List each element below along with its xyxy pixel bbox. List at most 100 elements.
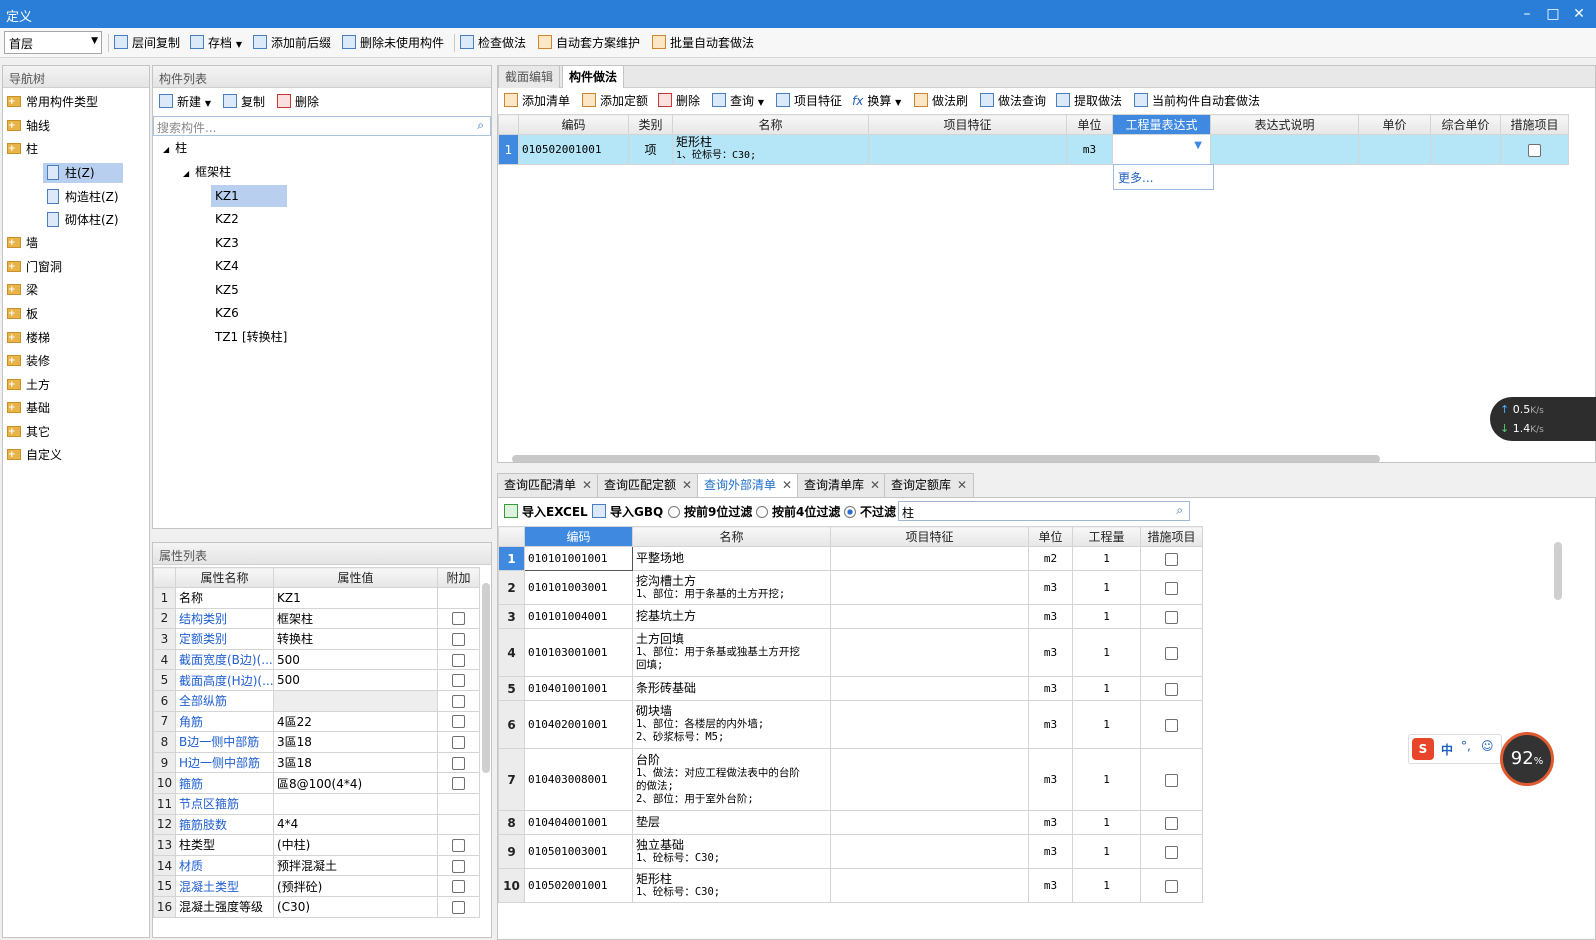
property-row[interactable]: 16 混凝土强度等级 (C30) <box>153 895 480 918</box>
ime-mode-label[interactable]: 中 <box>1441 741 1453 758</box>
measure-checkbox[interactable] <box>1165 845 1178 859</box>
filter-9-radio[interactable]: 按前9位过滤 <box>668 502 752 522</box>
extract-method-button[interactable]: 提取做法 <box>1056 91 1122 111</box>
query-measure-cell[interactable] <box>1140 676 1203 701</box>
property-extra-cell[interactable] <box>437 731 480 753</box>
new-button[interactable]: 新建 ▼ <box>159 92 211 112</box>
property-value[interactable]: 4區22 <box>273 710 438 733</box>
property-extra-cell[interactable] <box>437 669 480 691</box>
property-row[interactable]: 12 箍筋肢数 4*4 <box>153 813 480 836</box>
method-delete-button[interactable]: 删除 <box>658 91 700 111</box>
property-value[interactable]: 3區18 <box>273 731 438 753</box>
tree-root[interactable]: ◢ 柱 <box>163 137 187 159</box>
measure-checkbox[interactable] <box>1165 552 1178 566</box>
query-code[interactable]: 010403008001 <box>524 748 633 811</box>
query-row[interactable]: 1 010101001001 平整场地 m2 1 <box>498 546 1203 571</box>
measure-checkbox[interactable] <box>1528 143 1541 157</box>
property-scrollbar[interactable] <box>482 583 490 773</box>
property-value[interactable]: 转换柱 <box>273 628 438 650</box>
punctuation-icon[interactable]: °, <box>1461 739 1471 753</box>
query-code[interactable]: 010101001001 <box>524 546 633 571</box>
add-list-button[interactable]: 添加清单 <box>504 91 570 111</box>
tree-item-kz1[interactable]: KZ1 <box>211 185 287 207</box>
extra-checkbox[interactable] <box>452 859 465 873</box>
property-value[interactable]: 4*4 <box>273 813 438 836</box>
property-value[interactable]: KZ1 <box>273 587 438 609</box>
measure-checkbox[interactable] <box>1165 816 1178 830</box>
query-button[interactable]: 查询 ▼ <box>712 91 764 111</box>
item-feature-button[interactable]: 项目特征 <box>776 91 842 111</box>
property-row[interactable]: 5 截面高度(H边)(... 500 <box>153 669 480 691</box>
query-quantity[interactable]: 1 <box>1072 676 1141 701</box>
property-row[interactable]: 11 节点区箍筋 <box>153 792 480 815</box>
query-row[interactable]: 4 010103001001 土方回填 1、部位：用于条基或独基土方开挖 回填; m3 1 <box>498 628 1203 677</box>
property-extra-cell[interactable] <box>437 710 480 733</box>
import-gbq-button[interactable]: 导入GBQ <box>592 502 663 522</box>
measure-checkbox[interactable] <box>1165 718 1178 732</box>
property-row[interactable]: 3 定额类别 转换柱 <box>153 628 480 650</box>
property-value[interactable]: 3區18 <box>273 751 438 774</box>
tree-item-kz6[interactable]: KZ6 <box>215 302 239 324</box>
property-row[interactable]: 4 截面宽度(B边)(... 500 <box>153 648 480 671</box>
extra-checkbox[interactable] <box>452 612 465 626</box>
property-extra-cell[interactable] <box>437 587 480 609</box>
measure-checkbox[interactable] <box>1165 646 1178 660</box>
collapse-icon[interactable]: ◢ <box>163 145 169 154</box>
nav-sub-column[interactable]: 柱(Z) <box>43 163 123 183</box>
query-row[interactable]: 9 010501003001 独立基础 1、砼标号：C30; m3 1 <box>498 834 1203 869</box>
query-feature[interactable] <box>830 700 1029 749</box>
query-row[interactable]: 6 010402001001 砌块墙 1、部位：各楼层的内外墙; 2、砂浆标号：M5; m… <box>498 700 1203 749</box>
delete-button[interactable]: 删除 <box>277 92 319 112</box>
tree-group[interactable]: ◢ 框架柱 <box>183 161 231 183</box>
measure-checkbox[interactable] <box>1165 773 1178 787</box>
query-unit[interactable]: m3 <box>1028 570 1073 605</box>
method-unit-price[interactable] <box>1358 134 1431 165</box>
nav-item-axis[interactable]: 轴线 <box>7 116 50 136</box>
property-value[interactable]: 框架柱 <box>273 607 438 630</box>
property-extra-cell[interactable] <box>437 895 480 918</box>
tab-external-list[interactable]: 查询外部清单 ✕ <box>697 473 800 497</box>
property-extra-cell[interactable] <box>437 689 480 712</box>
auto-scheme-maintain-button[interactable]: 自动套方案维护 <box>538 33 640 53</box>
property-extra-cell[interactable] <box>437 648 480 671</box>
extra-checkbox[interactable] <box>452 653 465 667</box>
tree-item-kz5[interactable]: KZ5 <box>215 279 239 301</box>
method-expression-desc[interactable] <box>1210 134 1359 165</box>
query-measure-cell[interactable] <box>1140 628 1203 677</box>
property-extra-cell[interactable] <box>437 854 480 877</box>
query-code[interactable]: 010101003001 <box>524 570 633 605</box>
measure-checkbox[interactable] <box>1165 879 1178 893</box>
extra-checkbox[interactable] <box>452 674 465 688</box>
query-code[interactable]: 010502001001 <box>524 868 633 903</box>
query-code[interactable]: 010401001001 <box>524 676 633 701</box>
save-archive-button[interactable]: 存档 ▼ <box>190 33 242 53</box>
query-feature[interactable] <box>830 628 1029 677</box>
tab-list-library[interactable]: 查询清单库 ✕ <box>797 473 888 497</box>
query-name[interactable]: 矩形柱 1、砼标号：C30; <box>632 868 831 903</box>
nav-sub-construct-column[interactable]: 构造柱(Z) <box>47 187 119 207</box>
nav-item-other[interactable]: 其它 <box>7 422 50 442</box>
query-measure-cell[interactable] <box>1140 546 1203 571</box>
tree-item-kz2[interactable]: KZ2 <box>215 208 239 230</box>
copy-button[interactable]: 复制 <box>223 92 265 112</box>
tab-quota-library[interactable]: 查询定额库 ✕ <box>884 473 975 497</box>
query-name[interactable]: 土方回填 1、部位：用于条基或独基土方开挖 回填; <box>632 628 831 677</box>
property-row[interactable]: 6 全部纵筋 <box>153 689 480 712</box>
query-measure-cell[interactable] <box>1140 700 1203 749</box>
search-icon[interactable]: ⌕ <box>1176 503 1183 518</box>
property-row[interactable]: 2 结构类别 框架柱 <box>153 607 480 630</box>
quantity-expression-combo[interactable]: ▼ <box>1112 134 1211 165</box>
component-search-input[interactable]: 搜索构件... ⌕ <box>153 116 491 136</box>
query-unit[interactable]: m3 <box>1028 628 1073 677</box>
method-brush-button[interactable]: 做法刷 <box>914 91 968 111</box>
method-query-button[interactable]: 做法查询 <box>980 91 1046 111</box>
query-row[interactable]: 5 010401001001 条形砖基础 m3 1 <box>498 676 1203 701</box>
query-name[interactable]: 砌块墙 1、部位：各楼层的内外墙; 2、砂浆标号：M5; <box>632 700 831 749</box>
property-row[interactable]: 13 柱类型 (中柱) <box>153 834 480 856</box>
property-value[interactable]: (C30) <box>273 895 438 918</box>
delete-unused-button[interactable]: 删除未使用构件 <box>342 33 444 53</box>
extra-checkbox[interactable] <box>452 632 465 646</box>
nav-item-decoration[interactable]: 装修 <box>7 351 50 371</box>
floor-select[interactable]: 首层 ▼ <box>4 31 102 54</box>
query-measure-cell[interactable] <box>1140 570 1203 605</box>
